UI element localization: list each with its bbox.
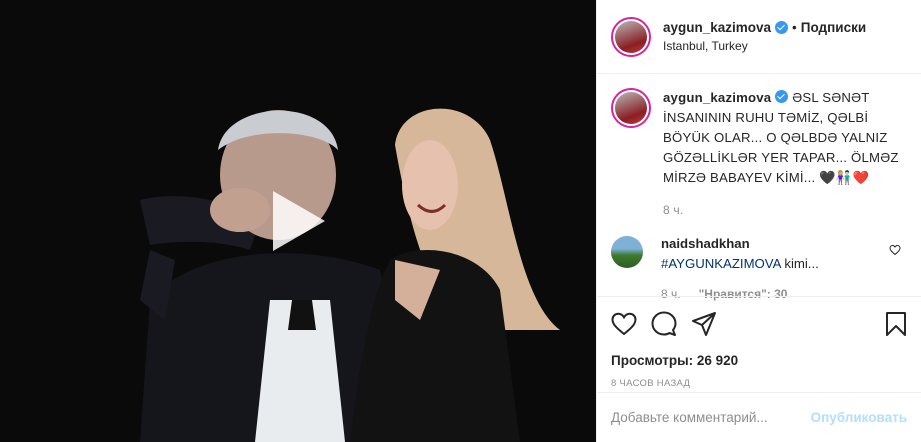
- comment-icon[interactable]: [651, 311, 677, 337]
- caption-time[interactable]: 8 ч.: [663, 200, 907, 220]
- share-icon[interactable]: [691, 311, 717, 337]
- author-username[interactable]: aygun_kazimova: [663, 19, 771, 37]
- add-comment-form: Опубликовать: [597, 392, 921, 442]
- video-player[interactable]: [0, 0, 596, 442]
- commenter-avatar[interactable]: [611, 236, 643, 268]
- verified-icon: [775, 90, 789, 103]
- post-comment-button[interactable]: Опубликовать: [811, 410, 907, 425]
- post-timestamp[interactable]: 8 ЧАСОВ НАЗАД: [611, 378, 907, 389]
- heart-icon[interactable]: [611, 312, 637, 336]
- comment-input[interactable]: [611, 410, 811, 425]
- verified-icon: [775, 21, 789, 34]
- play-button[interactable]: [263, 187, 331, 255]
- location-link[interactable]: Istanbul, Turkey: [663, 37, 866, 55]
- caption-username[interactable]: aygun_kazimova: [663, 90, 771, 105]
- author-avatar[interactable]: [611, 16, 651, 57]
- play-icon: [273, 191, 325, 251]
- post-actions: Просмотры: 26 920 8 ЧАСОВ НАЗАД: [597, 296, 921, 389]
- comment-text: kimi...: [780, 256, 819, 271]
- small-heart-icon[interactable]: [889, 244, 901, 256]
- caption: aygun_kazimova ƏSL SƏNƏT İNSANININ RUHU …: [611, 88, 907, 220]
- comment-hashtag[interactable]: #AYGUNKAZIMOVA: [661, 256, 781, 271]
- caption-avatar[interactable]: [611, 88, 651, 128]
- following-button[interactable]: Подписки: [801, 19, 866, 37]
- separator-dot: •: [792, 19, 797, 35]
- bookmark-icon[interactable]: [885, 311, 907, 337]
- view-count[interactable]: Просмотры: 26 920: [611, 353, 907, 368]
- post-dialog: aygun_kazimova • Подписки Istanbul, Turk…: [0, 0, 921, 442]
- comment-item: naidshadkhan #AYGUNKAZIMOVA kimi... 8 ч.…: [611, 234, 907, 304]
- commenter-username[interactable]: naidshadkhan: [661, 234, 819, 254]
- post-sidebar: aygun_kazimova • Подписки Istanbul, Turk…: [596, 0, 921, 442]
- post-header: aygun_kazimova • Подписки Istanbul, Turk…: [597, 0, 921, 74]
- comments-list: aygun_kazimova ƏSL SƏNƏT İNSANININ RUHU …: [597, 74, 921, 301]
